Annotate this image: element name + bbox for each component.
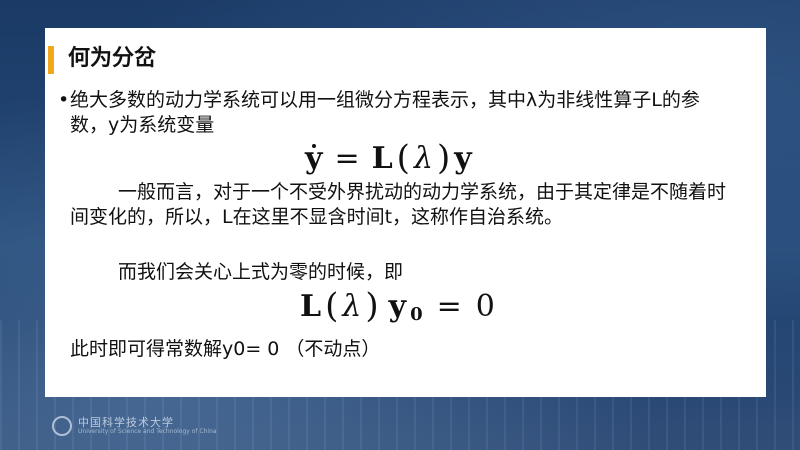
title-accent-bar xyxy=(48,46,54,74)
intro-text: 绝大多数的动力学系统可以用一组微分方程表示，其中λ为非线性算子L的参数，y为系统… xyxy=(70,89,700,136)
eq2-equals: = xyxy=(436,288,462,324)
university-seal-icon xyxy=(52,416,72,436)
zero-condition-paragraph: 而我们会关心上式为零的时候，即 xyxy=(118,261,404,283)
eq2-subscript: 0 xyxy=(410,303,423,325)
eq1-rparen: ) xyxy=(436,138,451,178)
slide-title: 何为分岔 xyxy=(68,46,157,71)
fixed-point-paragraph: 此时即可得常数解y0= 0 （不动点） xyxy=(70,338,381,360)
eq2-lambda: λ xyxy=(342,288,362,324)
autonomous-paragraph: 一般而言，对于一个不受外界扰动的动力学系统，由于其定律是不随着时间变化的，所以，… xyxy=(70,181,727,228)
eq1-y: y xyxy=(454,140,472,176)
eq1-lparen: ( xyxy=(396,138,410,178)
eq1-operator: L xyxy=(371,140,393,176)
intro-paragraph: • 绝大多数的动力学系统可以用一组微分方程表示，其中λ为非线性算子L的参数，y为… xyxy=(58,88,730,138)
equation-fixed-point: L ( λ ) y 0 = 0 xyxy=(300,286,495,326)
eq1-ydot: y xyxy=(305,140,323,176)
university-logo-subtext: University of Science and Technology of … xyxy=(78,428,217,435)
bullet-icon: • xyxy=(58,89,70,111)
eq2-rparen: ) xyxy=(365,286,379,326)
eq2-y: y xyxy=(388,288,407,324)
eq1-equals: = xyxy=(334,140,360,176)
eq2-operator: L xyxy=(300,288,322,324)
equation-dynamics: y = L ( λ ) y xyxy=(305,138,472,178)
eq1-lambda: λ xyxy=(413,140,433,176)
eq2-zero: 0 xyxy=(475,288,495,324)
eq2-lparen: ( xyxy=(325,286,339,326)
